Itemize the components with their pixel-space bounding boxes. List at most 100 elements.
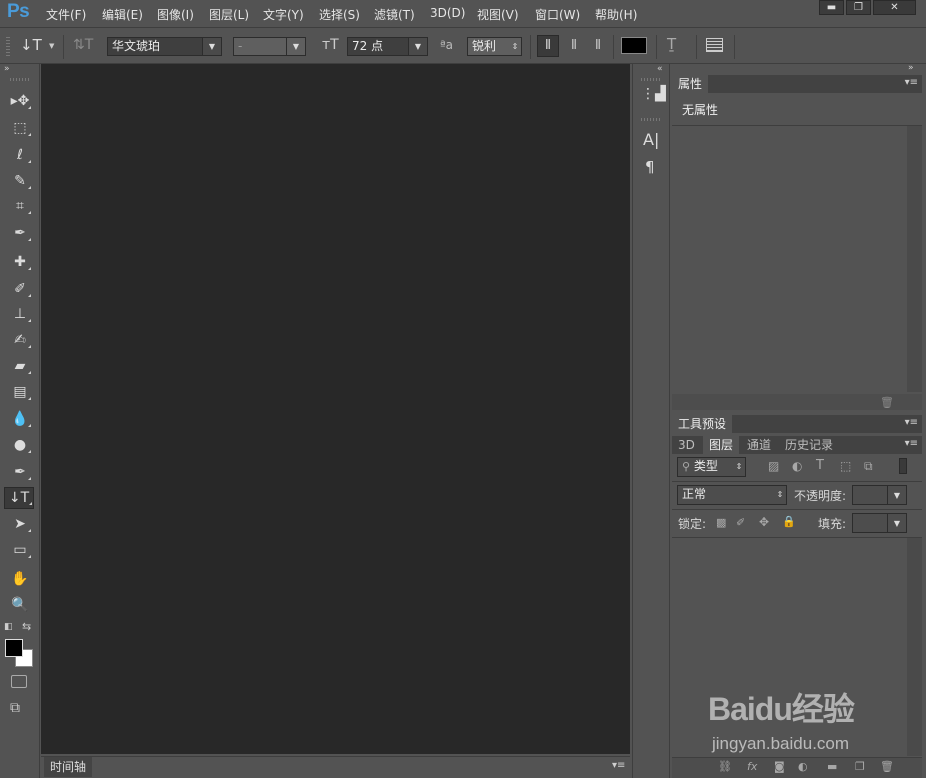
dodge-tool[interactable]: ● — [8, 434, 32, 456]
link-layers-icon[interactable]: ⛓ — [718, 760, 732, 773]
filter-toggle-switch[interactable] — [899, 458, 907, 474]
tab-properties[interactable]: 属性 — [672, 75, 709, 93]
pen-tool[interactable]: ✒ — [8, 461, 32, 483]
eyedropper-tool[interactable]: ✒ — [8, 222, 32, 244]
filter-adjustment-icon[interactable]: ◐ — [792, 459, 802, 473]
tab-layers[interactable]: 图层 — [703, 436, 740, 454]
eraser-tool[interactable]: ▰ — [8, 355, 32, 377]
panel-menu-icon[interactable]: ▾≡ — [905, 417, 918, 428]
type-tool-preset-icon[interactable]: ↓T — [20, 36, 42, 54]
chevron-down-icon[interactable]: ▼ — [49, 42, 54, 50]
tab-3d[interactable]: 3D — [672, 436, 701, 454]
panel-menu-icon[interactable]: ▾≡ — [905, 438, 918, 449]
collapse-toolbox-icon[interactable]: » — [4, 64, 10, 74]
menu-filter[interactable]: 滤镜(T) — [374, 6, 415, 23]
align-left-icon[interactable]: ⦀ — [537, 35, 559, 57]
zoom-tool[interactable]: 🔍 — [8, 594, 32, 616]
tab-history[interactable]: 历史记录 — [779, 436, 839, 454]
move-tool[interactable]: ▸✥ — [8, 90, 32, 112]
paragraph-panel-icon[interactable]: ¶ — [645, 158, 655, 176]
font-size-select[interactable]: 72 点 ▼ — [347, 37, 428, 56]
filter-pixel-icon[interactable]: ▨ — [768, 459, 779, 473]
divider — [672, 481, 922, 482]
marquee-tool[interactable]: ⬚ — [8, 117, 32, 139]
close-button[interactable]: ✕ — [873, 0, 916, 15]
menu-3d[interactable]: 3D(D) — [430, 6, 465, 20]
quick-mask-icon[interactable] — [11, 675, 27, 688]
path-select-tool[interactable]: ➤ — [8, 513, 32, 535]
font-style-select[interactable]: - ▼ — [233, 37, 306, 56]
separator — [530, 35, 531, 59]
minimize-button[interactable]: ▬ — [819, 0, 844, 15]
menu-layer[interactable]: 图层(L) — [209, 6, 249, 23]
text-color-swatch[interactable] — [621, 37, 647, 54]
lasso-tool[interactable]: ℓ — [8, 144, 32, 166]
lock-position-icon[interactable]: ✥ — [759, 515, 769, 529]
document-canvas[interactable] — [41, 64, 630, 754]
screen-mode-icon[interactable]: ⧉ — [10, 700, 20, 716]
opacity-input[interactable]: ▼ — [852, 485, 907, 505]
new-layer-icon[interactable]: ❐ — [855, 760, 865, 773]
fill-input[interactable]: ▼ — [852, 513, 907, 533]
menu-edit[interactable]: 编辑(E) — [102, 6, 143, 23]
lock-transparent-icon[interactable]: ▩ — [716, 516, 726, 529]
timeline-tab[interactable]: 时间轴 — [44, 757, 93, 777]
menu-type[interactable]: 文字(Y) — [263, 6, 304, 23]
trash-icon[interactable]: 🗑 — [880, 396, 894, 409]
add-mask-icon[interactable]: ◙ — [774, 760, 785, 773]
blur-tool[interactable]: 💧 — [8, 408, 32, 430]
menu-file[interactable]: 文件(F) — [46, 6, 86, 23]
foreground-color-swatch[interactable] — [5, 639, 23, 657]
toggle-orientation-icon[interactable]: ⇅T — [73, 37, 93, 53]
adjustment-layer-icon[interactable]: ◐ — [798, 760, 808, 773]
shape-tool[interactable]: ▭ — [8, 539, 32, 561]
align-center-icon[interactable]: ⦀ — [563, 35, 585, 57]
clone-stamp-tool[interactable]: ⊥ — [8, 303, 32, 325]
layer-filter-select[interactable]: ⚲ 类型 ⇕ — [677, 457, 746, 477]
crop-tool[interactable]: ⌗ — [8, 195, 32, 217]
align-right-icon[interactable]: ⦀ — [587, 35, 609, 57]
menu-window[interactable]: 窗口(W) — [535, 6, 580, 23]
fill-label: 填充: — [818, 517, 847, 531]
healing-brush-tool[interactable]: ✚ — [8, 251, 32, 273]
character-panel-icon[interactable]: A| — [643, 130, 659, 149]
warp-text-icon[interactable]: Ṯ — [667, 35, 676, 53]
tool-presets-icon[interactable]: ⋮▟ — [641, 86, 666, 102]
lock-all-icon[interactable]: 🔒 — [782, 515, 796, 528]
menu-select[interactable]: 选择(S) — [319, 6, 360, 23]
font-family-select[interactable]: 华文琥珀 ▼ — [107, 37, 222, 56]
hand-tool[interactable]: ✋ — [8, 568, 32, 590]
panel-menu-icon[interactable]: ▾≡ — [612, 760, 625, 771]
menu-help[interactable]: 帮助(H) — [595, 6, 637, 23]
filter-type-icon[interactable]: T — [816, 458, 824, 473]
antialias-select[interactable]: 锐利 ⇕ — [467, 37, 522, 56]
blend-mode-select[interactable]: 正常 ⇕ — [677, 485, 787, 505]
properties-tabbar: 属性 ▾≡ — [672, 75, 922, 93]
lock-image-icon[interactable]: ✐ — [736, 516, 745, 529]
filter-shape-icon[interactable]: ⬚ — [840, 459, 851, 473]
trash-icon[interactable]: 🗑 — [880, 760, 894, 773]
layers-scrollbar[interactable] — [907, 538, 922, 756]
maximize-button[interactable]: ❐ — [846, 0, 871, 15]
gradient-tool[interactable]: ▤ — [8, 381, 32, 403]
default-colors-icon[interactable]: ◧ — [4, 622, 13, 632]
brush-tool[interactable]: ✐ — [8, 278, 32, 300]
history-brush-tool[interactable]: ✍ — [8, 329, 32, 351]
new-group-icon[interactable]: ▬ — [827, 760, 837, 773]
menu-view[interactable]: 视图(V) — [477, 6, 519, 23]
filter-smart-object-icon[interactable]: ⧉ — [864, 459, 873, 474]
collapse-dock-icon[interactable]: » — [908, 63, 914, 73]
tab-channels[interactable]: 通道 — [741, 436, 777, 454]
panel-menu-icon[interactable]: ▾≡ — [905, 77, 918, 88]
quick-select-tool[interactable]: ✎ — [8, 170, 32, 192]
swap-colors-icon[interactable]: ⇆ — [22, 620, 31, 633]
tab-tool-presets[interactable]: 工具预设 — [672, 415, 733, 433]
properties-scrollbar[interactable] — [907, 126, 922, 392]
type-tool[interactable]: ↓T — [4, 487, 34, 509]
menu-image[interactable]: 图像(I) — [157, 6, 194, 23]
character-panel-toggle-icon[interactable] — [706, 38, 723, 52]
fx-icon[interactable]: fx — [747, 760, 757, 773]
divider — [672, 509, 922, 510]
collapse-strip-icon[interactable]: « — [657, 64, 663, 74]
updown-icon: ⇕ — [509, 38, 521, 55]
